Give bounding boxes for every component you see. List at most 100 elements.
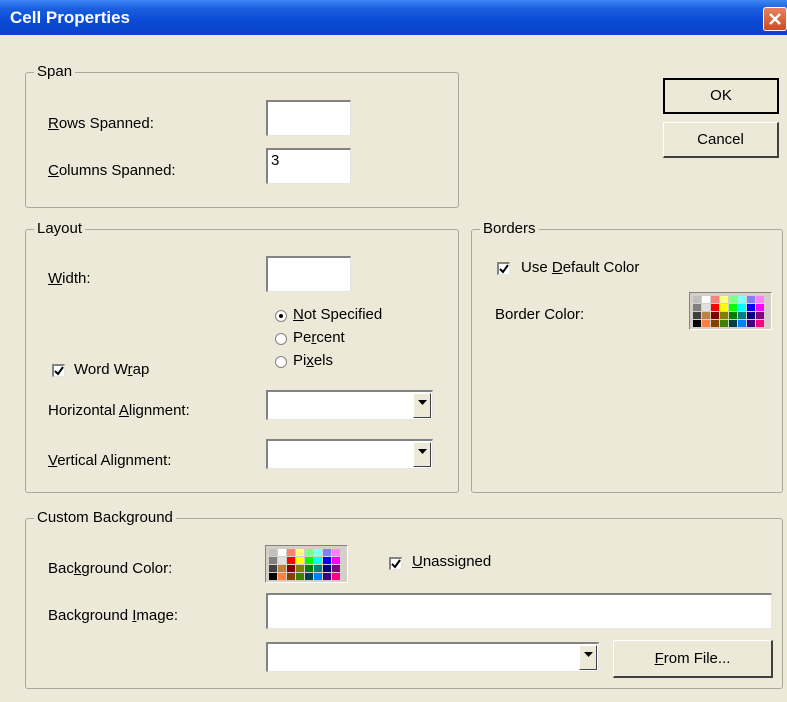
palette-swatch — [756, 296, 764, 303]
background-color-picker[interactable] — [265, 545, 348, 583]
palette-swatch — [747, 304, 755, 311]
color-palette-icon — [693, 296, 764, 327]
palette-swatch — [314, 549, 322, 556]
palette-swatch — [269, 549, 277, 556]
chevron-down-icon — [584, 652, 593, 657]
word-wrap-label: Word Wrap — [74, 361, 150, 378]
palette-swatch — [278, 557, 286, 564]
palette-swatch — [738, 296, 746, 303]
vertical-alignment-select[interactable] — [266, 439, 433, 469]
rows-spanned-label: Rows Spanned: — [48, 115, 154, 132]
palette-swatch — [747, 320, 755, 327]
palette-swatch — [278, 573, 286, 580]
radio-not-specified-label: Not Specified — [293, 306, 383, 323]
radio-pixels[interactable] — [275, 356, 287, 368]
palette-swatch — [702, 296, 710, 303]
checkmark-icon — [54, 366, 64, 376]
palette-swatch — [305, 557, 313, 564]
background-image-select[interactable] — [266, 642, 599, 672]
palette-swatch — [693, 296, 701, 303]
palette-swatch — [747, 296, 755, 303]
palette-swatch — [287, 565, 295, 572]
palette-swatch — [269, 573, 277, 580]
palette-swatch — [729, 304, 737, 311]
vertical-alignment-label: Vertical Alignment: — [48, 452, 172, 469]
close-button[interactable] — [763, 7, 787, 31]
palette-swatch — [711, 304, 719, 311]
palette-swatch — [314, 573, 322, 580]
palette-swatch — [332, 549, 340, 556]
palette-swatch — [756, 320, 764, 327]
palette-swatch — [305, 573, 313, 580]
color-palette-icon — [269, 549, 340, 580]
palette-swatch — [332, 565, 340, 572]
checkmark-icon — [391, 559, 401, 569]
palette-swatch — [278, 565, 286, 572]
palette-swatch — [296, 573, 304, 580]
border-color-picker[interactable] — [689, 292, 772, 330]
palette-swatch — [287, 549, 295, 556]
palette-swatch — [720, 304, 728, 311]
word-wrap-checkbox[interactable] — [52, 364, 65, 377]
palette-swatch — [314, 557, 322, 564]
palette-swatch — [729, 312, 737, 319]
palette-swatch — [702, 320, 710, 327]
use-default-color-checkbox[interactable] — [497, 262, 510, 275]
palette-swatch — [702, 312, 710, 319]
palette-swatch — [738, 320, 746, 327]
palette-swatch — [332, 573, 340, 580]
palette-swatch — [323, 573, 331, 580]
horizontal-alignment-select[interactable] — [266, 390, 433, 420]
palette-swatch — [693, 312, 701, 319]
palette-swatch — [296, 549, 304, 556]
palette-swatch — [693, 304, 701, 311]
radio-percent[interactable] — [275, 333, 287, 345]
radio-pixels-label: Pixels — [293, 352, 334, 369]
from-file-button-label: From File... — [654, 650, 731, 667]
palette-swatch — [314, 565, 322, 572]
background-image-label: Background Image: — [48, 607, 179, 624]
checkmark-icon — [499, 264, 509, 274]
palette-swatch — [323, 565, 331, 572]
palette-swatch — [711, 320, 719, 327]
palette-swatch — [720, 312, 728, 319]
palette-swatch — [287, 573, 295, 580]
dropdown-button[interactable] — [413, 442, 431, 467]
span-group: Span — [25, 63, 459, 208]
columns-spanned-input[interactable]: 3 — [266, 148, 351, 184]
palette-swatch — [269, 557, 277, 564]
palette-swatch — [323, 557, 331, 564]
span-group-title: Span — [34, 63, 76, 81]
palette-swatch — [711, 312, 719, 319]
background-image-input[interactable] — [266, 593, 772, 629]
unassigned-checkbox[interactable] — [389, 557, 402, 570]
palette-swatch — [756, 312, 764, 319]
cancel-button[interactable]: Cancel — [663, 122, 779, 158]
chevron-down-icon — [418, 400, 427, 405]
custom-background-group-title: Custom Background — [34, 509, 176, 527]
palette-swatch — [296, 557, 304, 564]
palette-swatch — [720, 320, 728, 327]
palette-swatch — [729, 320, 737, 327]
palette-swatch — [287, 557, 295, 564]
palette-swatch — [278, 549, 286, 556]
dropdown-button[interactable] — [413, 393, 431, 418]
width-input[interactable] — [266, 256, 351, 292]
palette-swatch — [323, 549, 331, 556]
palette-swatch — [702, 304, 710, 311]
layout-group-title: Layout — [34, 220, 86, 238]
columns-spanned-label: Columns Spanned: — [48, 162, 176, 179]
palette-swatch — [747, 312, 755, 319]
palette-swatch — [729, 296, 737, 303]
palette-swatch — [693, 320, 701, 327]
border-color-label: Border Color: — [495, 306, 585, 323]
rows-spanned-input[interactable] — [266, 100, 351, 136]
dropdown-button[interactable] — [579, 645, 597, 670]
background-color-label: Background Color: — [48, 560, 173, 577]
palette-swatch — [296, 565, 304, 572]
radio-not-specified[interactable] — [275, 310, 287, 322]
ok-button[interactable]: OK — [663, 78, 779, 114]
palette-swatch — [332, 557, 340, 564]
ok-button-label: OK — [710, 87, 732, 104]
from-file-button[interactable]: From File... — [613, 640, 773, 678]
